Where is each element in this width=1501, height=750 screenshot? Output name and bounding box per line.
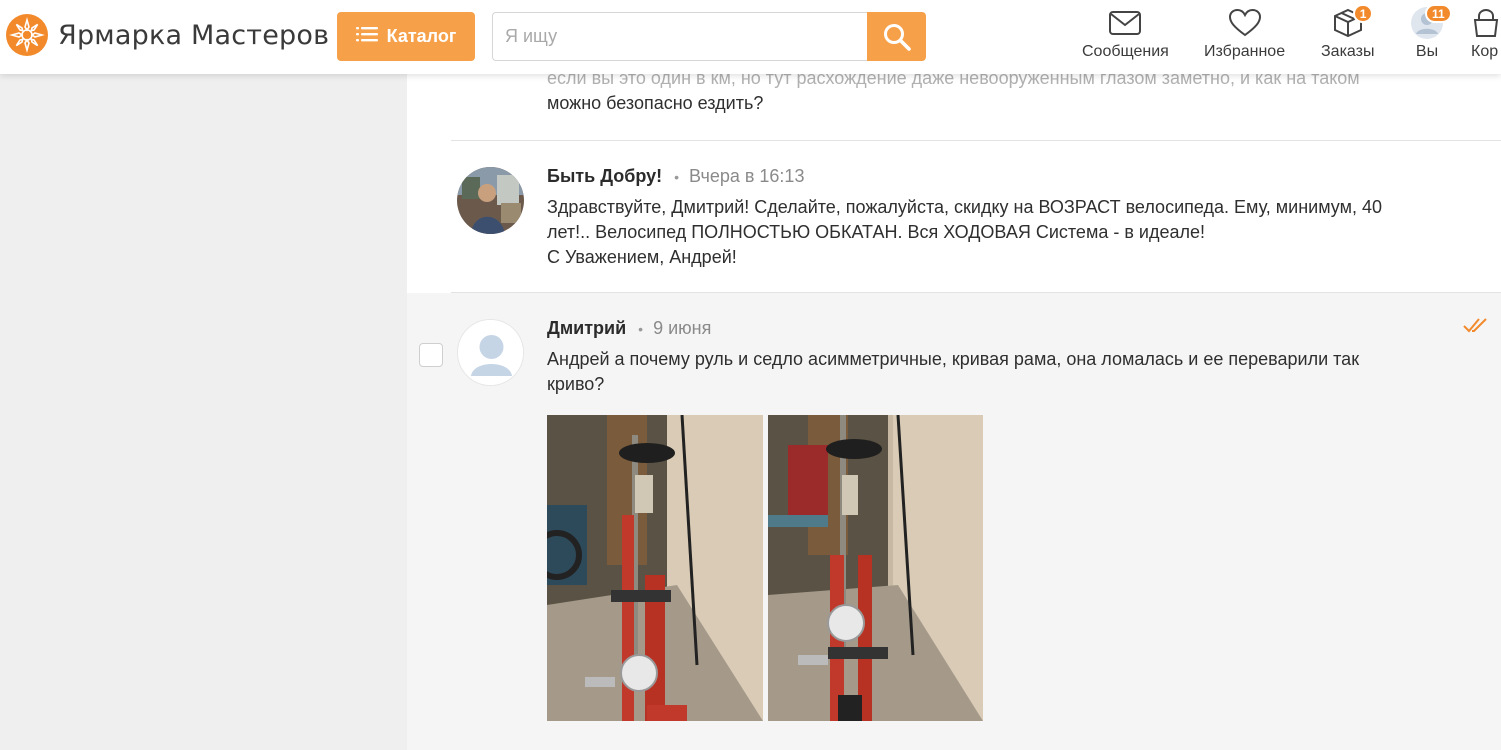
heart-icon: [1228, 8, 1261, 37]
profile-badge: 11: [1425, 4, 1452, 23]
nav-orders[interactable]: 1 Заказы: [1321, 4, 1375, 61]
catalog-label: Каталог: [386, 26, 457, 46]
nav-profile-label: Вы: [1415, 43, 1439, 60]
conversation-panel: если вы это один в км, но тут расхождени…: [407, 74, 1501, 750]
message-author[interactable]: Быть Добру!: [547, 166, 662, 186]
message-text-line: С Уважением, Андрей!: [547, 247, 737, 267]
message-time: 9 июня: [653, 318, 712, 338]
menu-list-icon: [355, 25, 378, 48]
search-input[interactable]: [493, 13, 868, 60]
message-text: Здравствуйте, Дмитрий! Сделайте, пожалуй…: [547, 195, 1472, 270]
message-item-own: Дмитрий • 9 июня Андрей а почему руль и се…: [407, 293, 1501, 750]
nav-messages[interactable]: Сообщения: [1082, 6, 1169, 61]
orders-badge: 1: [1352, 4, 1374, 23]
separator-dot: •: [674, 169, 680, 185]
message-partial-cut-line: если вы это один в км, но тут расхождени…: [547, 74, 1360, 88]
message-text-line: криво?: [547, 374, 605, 394]
envelope-icon: [1109, 11, 1142, 35]
message-text-line: лет!.. Велосипед ПОЛНОСТЬЮ ОБКАТАН. Вся …: [547, 222, 1205, 242]
message-text: Андрей а почему руль и седло асимметричн…: [547, 347, 1472, 397]
brand-name: Ярмарка Мастеров: [58, 19, 330, 51]
nav-profile[interactable]: 11 Вы: [1410, 4, 1452, 61]
page: Ярмарка Мастеров Каталог Я ищу Сообщения…: [0, 0, 1501, 750]
nav-cart-label: Кор: [1471, 43, 1499, 60]
cart-icon: [1473, 8, 1499, 37]
message-time: Вчера в 16:13: [689, 166, 805, 186]
nav-favorites[interactable]: Избранное: [1204, 6, 1285, 61]
message-select-checkbox[interactable]: [419, 343, 443, 367]
message-meta: Быть Добру! • Вчера в 16:13: [547, 166, 804, 187]
separator-dot: •: [638, 321, 644, 337]
left-panel: [0, 74, 407, 750]
catalog-button[interactable]: Каталог: [337, 12, 475, 61]
search-button[interactable]: [867, 12, 926, 61]
message-text-line: Здравствуйте, Дмитрий! Сделайте, пожалуй…: [547, 197, 1382, 217]
message-author[interactable]: Дмитрий: [547, 318, 626, 338]
avatar[interactable]: [457, 319, 524, 386]
nav-favorites-label: Избранное: [1204, 43, 1286, 60]
nav-cart[interactable]: Кор: [1471, 6, 1501, 61]
message-partial: если вы это один в км, но тут расхождени…: [547, 74, 1477, 116]
site-header: Ярмарка Мастеров Каталог Я ищу Сообщения…: [0, 0, 1501, 74]
search-icon: [883, 23, 911, 51]
nav-orders-label: Заказы: [1321, 43, 1375, 60]
message-item: Быть Добру! • Вчера в 16:13 Здравствуйте, …: [407, 141, 1501, 292]
attached-photo-bicycle[interactable]: [768, 415, 983, 721]
nav-messages-label: Сообщения: [1082, 43, 1169, 60]
message-partial-last-line: можно безопасно ездить?: [547, 93, 764, 113]
logo[interactable]: Ярмарка Мастеров: [6, 14, 329, 56]
avatar[interactable]: [457, 167, 524, 234]
attached-photo-bicycle[interactable]: [547, 415, 763, 721]
search-field: [492, 12, 868, 61]
logo-sun-icon: [6, 14, 48, 56]
read-check-icon: [1463, 317, 1491, 338]
message-text-line: Андрей а почему руль и седло асимметричн…: [547, 349, 1360, 369]
message-meta: Дмитрий • 9 июня: [547, 318, 711, 339]
